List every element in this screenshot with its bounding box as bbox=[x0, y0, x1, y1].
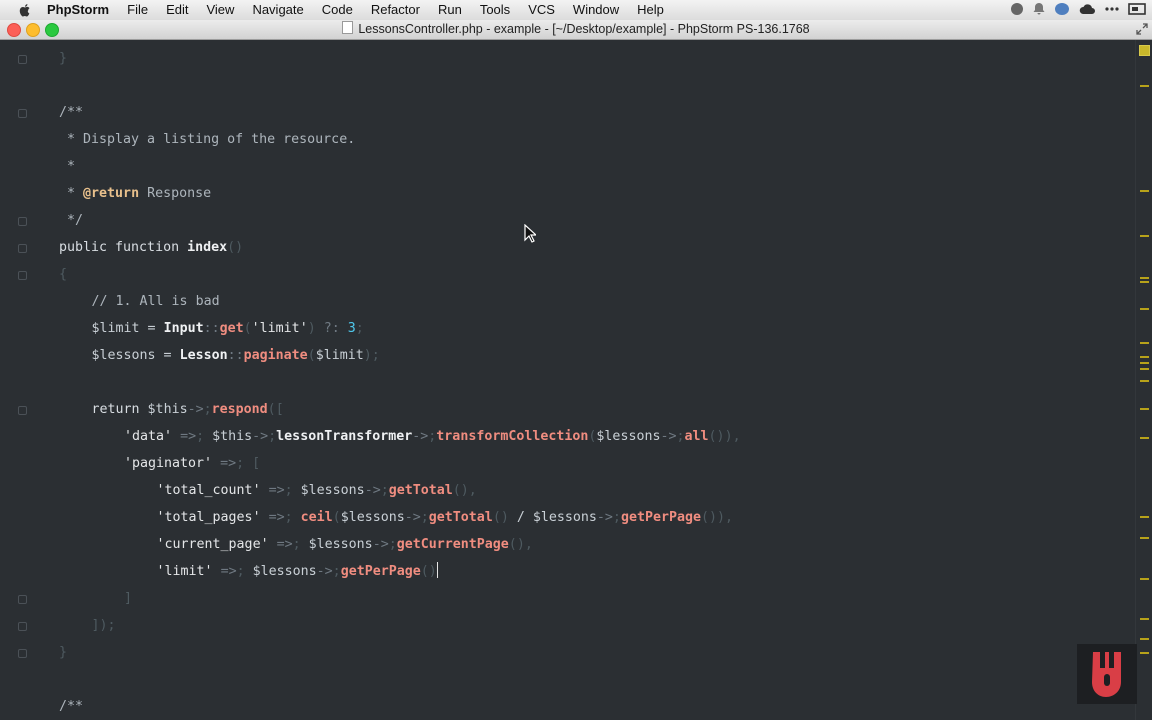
menu-navigate[interactable]: Navigate bbox=[243, 0, 312, 20]
warning-stripe-mark[interactable] bbox=[1140, 618, 1149, 620]
text-caret bbox=[436, 562, 438, 578]
fold-marker-icon[interactable] bbox=[18, 595, 27, 604]
warning-stripe-mark[interactable] bbox=[1140, 537, 1149, 539]
fold-marker-icon[interactable] bbox=[18, 649, 27, 658]
menu-vcs[interactable]: VCS bbox=[519, 0, 564, 20]
code-line[interactable]: 'paginator' =>; [ bbox=[124, 450, 260, 477]
warning-stripe-mark[interactable] bbox=[1140, 578, 1149, 580]
more-dots-icon[interactable] bbox=[1104, 2, 1120, 16]
display-icon[interactable] bbox=[1128, 2, 1146, 16]
error-stripe-scrollbar[interactable] bbox=[1135, 40, 1152, 720]
warning-stripe-mark[interactable] bbox=[1140, 85, 1149, 87]
code-line[interactable]: 'current_page' =>; $lessons->;getCurrent… bbox=[157, 531, 533, 558]
warning-stripe-mark[interactable] bbox=[1140, 516, 1149, 518]
menu-tools[interactable]: Tools bbox=[471, 0, 519, 20]
code-line[interactable]: ] bbox=[124, 585, 132, 612]
code-line[interactable]: 'total_count' =>; $lessons->;getTotal(), bbox=[157, 477, 477, 504]
code-line[interactable]: ]); bbox=[92, 612, 116, 639]
code-line[interactable]: { bbox=[59, 261, 67, 288]
menu-view[interactable]: View bbox=[197, 0, 243, 20]
warning-stripe-mark[interactable] bbox=[1140, 342, 1149, 344]
code-line[interactable]: public function index() bbox=[59, 234, 243, 261]
menu-window[interactable]: Window bbox=[564, 0, 628, 20]
notification-bubble-icon[interactable] bbox=[1010, 2, 1024, 16]
menu-file[interactable]: File bbox=[118, 0, 157, 20]
php-file-icon bbox=[342, 21, 354, 34]
fold-marker-icon[interactable] bbox=[18, 271, 27, 280]
menu-refactor[interactable]: Refactor bbox=[362, 0, 429, 20]
apple-icon[interactable] bbox=[17, 2, 33, 18]
code-line[interactable]: $lessons = Lesson::paginate($limit); bbox=[92, 342, 380, 369]
logo-icon bbox=[1077, 644, 1137, 704]
cloud-icon[interactable] bbox=[1078, 2, 1096, 16]
warning-stripe-mark[interactable] bbox=[1140, 235, 1149, 237]
inspection-status-icon[interactable] bbox=[1139, 45, 1150, 56]
window-title: LessonsController.php - example - [~/Des… bbox=[0, 20, 1152, 39]
menu-help[interactable]: Help bbox=[628, 0, 673, 20]
fold-marker-icon[interactable] bbox=[18, 244, 27, 253]
code-line[interactable]: * bbox=[59, 153, 75, 180]
warning-stripe-mark[interactable] bbox=[1140, 380, 1149, 382]
fullscreen-icon[interactable] bbox=[1136, 23, 1148, 35]
warning-stripe-mark[interactable] bbox=[1140, 368, 1149, 370]
warning-stripe-mark[interactable] bbox=[1140, 356, 1149, 358]
bell-icon[interactable] bbox=[1032, 2, 1046, 16]
fold-marker-icon[interactable] bbox=[18, 55, 27, 64]
warning-stripe-mark[interactable] bbox=[1140, 362, 1149, 364]
code-line[interactable]: 'data' =>; $this->;lessonTransformer->;t… bbox=[124, 423, 741, 450]
menu-edit[interactable]: Edit bbox=[157, 0, 197, 20]
menubar: PhpStorm File Edit View Navigate Code Re… bbox=[0, 0, 1152, 21]
menu-app-name[interactable]: PhpStorm bbox=[43, 0, 118, 20]
warning-stripe-mark[interactable] bbox=[1140, 308, 1149, 310]
menu-code[interactable]: Code bbox=[313, 0, 362, 20]
warning-stripe-mark[interactable] bbox=[1140, 638, 1149, 640]
warning-stripe-mark[interactable] bbox=[1140, 437, 1149, 439]
code-line[interactable]: * Display a listing of the resource. bbox=[59, 126, 355, 153]
code-line[interactable]: 'total_pages' =>; ceil($lessons->;getTot… bbox=[157, 504, 734, 531]
elephant-icon[interactable] bbox=[1054, 2, 1070, 16]
code-line[interactable]: } bbox=[59, 45, 67, 72]
warning-stripe-mark[interactable] bbox=[1140, 652, 1149, 654]
status-icons bbox=[1010, 2, 1146, 16]
code-line[interactable]: } bbox=[59, 639, 67, 666]
warning-stripe-mark[interactable] bbox=[1140, 190, 1149, 192]
warning-stripe-mark[interactable] bbox=[1140, 277, 1149, 279]
warning-stripe-mark[interactable] bbox=[1140, 408, 1149, 410]
code-line[interactable]: */ bbox=[59, 207, 83, 234]
menu-run[interactable]: Run bbox=[429, 0, 471, 20]
code-line[interactable]: /** bbox=[59, 99, 83, 126]
fold-marker-icon[interactable] bbox=[18, 406, 27, 415]
code-line[interactable]: * @return Response bbox=[59, 180, 211, 207]
code-line[interactable]: /** bbox=[59, 693, 83, 720]
code-line[interactable]: // 1. All is bad bbox=[92, 288, 220, 315]
fold-marker-icon[interactable] bbox=[18, 217, 27, 226]
code-editor[interactable]: } /** * Display a listing of the resource… bbox=[0, 40, 1136, 720]
editor-gutter bbox=[0, 40, 40, 720]
fold-marker-icon[interactable] bbox=[18, 109, 27, 118]
fold-marker-icon[interactable] bbox=[18, 622, 27, 631]
mouse-cursor-icon bbox=[524, 224, 536, 243]
window-title-text: LessonsController.php - example - [~/Des… bbox=[358, 22, 810, 36]
window-titlebar: LessonsController.php - example - [~/Des… bbox=[0, 20, 1152, 40]
code-line[interactable]: return $this->;respond([ bbox=[92, 396, 284, 423]
warning-stripe-mark[interactable] bbox=[1140, 281, 1149, 283]
code-line[interactable]: $limit = Input::get('limit') ?: 3; bbox=[92, 315, 364, 342]
code-line[interactable]: 'limit' =>; $lessons->;getPerPage() bbox=[157, 558, 438, 585]
